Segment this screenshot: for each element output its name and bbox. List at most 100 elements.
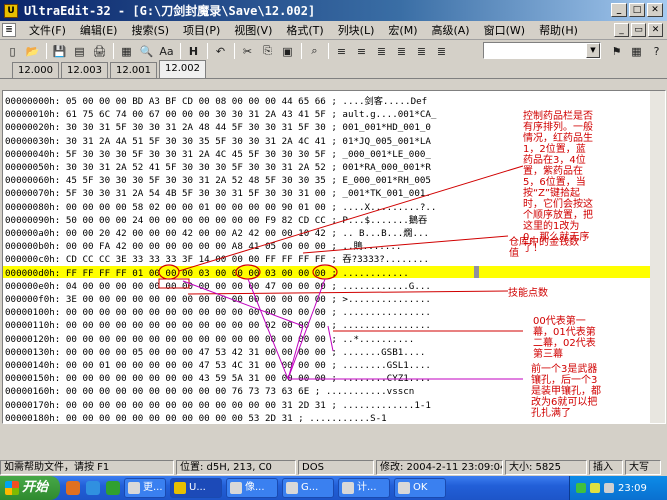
document-icon[interactable]: ≣ xyxy=(2,23,16,37)
menu-view[interactable]: 视图(V) xyxy=(227,22,279,38)
find-replace-icon[interactable]: ⌕ xyxy=(305,42,324,60)
hex-row[interactable]: 00000170h: 00 00 00 00 00 00 00 00 00 00… xyxy=(5,399,431,412)
outdent-icon[interactable]: ≡ xyxy=(352,42,371,60)
hex-row[interactable]: 00000100h: 00 00 00 00 00 00 00 00 00 00… xyxy=(5,306,431,319)
menu-column[interactable]: 列块(L) xyxy=(331,22,382,38)
hex-row[interactable]: 000000b0h: 00 00 FA 42 00 00 00 00 00 00… xyxy=(5,240,401,253)
task-1[interactable]: 更... xyxy=(124,478,166,498)
bookmark-icon[interactable]: ⚑ xyxy=(607,42,626,60)
firefox-icon[interactable] xyxy=(66,481,80,495)
task-3[interactable]: 像... xyxy=(226,478,278,498)
hex-row[interactable]: 00000160h: 00 00 00 00 00 00 00 00 00 00… xyxy=(5,385,414,398)
hex-row[interactable]: 00000150h: 00 00 00 00 00 00 00 00 43 59… xyxy=(5,372,431,385)
hex-row[interactable]: 00000050h: 30 30 31 2A 52 41 5F 30 30 30… xyxy=(5,161,431,174)
hex-row[interactable]: 00000140h: 00 00 01 00 00 00 00 00 47 53… xyxy=(5,359,431,372)
copy-icon[interactable]: ⎘ xyxy=(258,42,277,60)
hex-row[interactable]: 000000c0h: CD CC CC 3E 33 33 33 3F 14 00… xyxy=(5,253,429,266)
align-left-icon[interactable]: ≣ xyxy=(372,42,391,60)
help-icon[interactable]: ? xyxy=(647,42,666,60)
align-right-icon[interactable]: ≣ xyxy=(412,42,431,60)
task-6[interactable]: OK xyxy=(394,478,446,498)
status-position: 位置: d5H, 213, C0 xyxy=(176,460,296,475)
paste-icon[interactable]: ▣ xyxy=(278,42,297,60)
hex-row[interactable]: 00000070h: 5F 30 30 31 2A 54 4B 5F 30 30… xyxy=(5,187,431,200)
tray-icon-3[interactable] xyxy=(604,483,614,493)
menu-format[interactable]: 格式(T) xyxy=(279,22,330,38)
hex-row[interactable]: 00000110h: 00 00 00 00 00 00 00 00 00 00… xyxy=(5,319,431,332)
hex-editor[interactable]: 00000000h: 05 00 00 00 BD A3 BF CD 00 08… xyxy=(2,90,666,424)
maximize-button[interactable]: □ xyxy=(629,3,645,17)
ultraedit-logo-icon: U xyxy=(4,3,18,18)
find-icon[interactable]: 🔍 xyxy=(137,42,156,60)
new-file-icon[interactable]: ▯ xyxy=(3,42,22,60)
hex-row[interactable]: 00000000h: 05 00 00 00 BD A3 BF CD 00 08… xyxy=(5,95,427,108)
toolbar-combo[interactable]: ▼ xyxy=(483,42,601,59)
tab-12-002[interactable]: 12.002 xyxy=(159,60,206,78)
desktop-icon[interactable] xyxy=(106,481,120,495)
hex-row[interactable]: 00000040h: 5F 30 30 30 5F 30 30 31 2A 4C… xyxy=(5,148,431,161)
menu-search[interactable]: 搜索(S) xyxy=(124,22,176,38)
menu-file[interactable]: 文件(F) xyxy=(22,22,73,38)
justify-icon[interactable]: ≣ xyxy=(432,42,451,60)
hex-row[interactable]: 00000130h: 00 00 00 00 05 00 00 00 47 53… xyxy=(5,346,425,359)
font-icon[interactable]: Aa xyxy=(157,42,176,60)
hex-row[interactable]: 000000e0h: 04 00 00 00 00 00 00 00 00 00… xyxy=(5,280,431,293)
tab-12-000[interactable]: 12.000 xyxy=(12,62,59,78)
menu-advanced[interactable]: 高级(A) xyxy=(424,22,476,38)
menu-project[interactable]: 项目(P) xyxy=(176,22,227,38)
hex-row[interactable]: 00000120h: 00 00 00 00 00 00 00 00 00 00… xyxy=(5,333,414,346)
hex-row[interactable]: 00000180h: 00 00 00 00 00 00 00 00 00 00… xyxy=(5,412,387,423)
align-center-icon[interactable]: ≣ xyxy=(392,42,411,60)
task-ultraedit[interactable]: U... xyxy=(170,478,222,498)
annotation-sort: 控制药品栏是否有序排列。一般情况，红药品生1，2位置，蓝药品在3，4位置，紫药品… xyxy=(523,111,593,254)
hex-row[interactable]: 000000a0h: 00 00 20 42 00 00 00 42 00 00… xyxy=(5,227,429,240)
tab-12-001[interactable]: 12.001 xyxy=(110,62,157,78)
status-insert: 插入 xyxy=(589,460,623,475)
settings-icon[interactable]: ▦ xyxy=(627,42,646,60)
hex-row[interactable]: 00000020h: 30 30 31 5F 30 30 31 2A 48 44… xyxy=(5,121,431,134)
hex-row[interactable]: 000000f0h: 3E 00 00 00 00 00 00 00 00 00… xyxy=(5,293,431,306)
hex-row[interactable]: 00000080h: 00 00 00 00 58 02 00 00 01 00… xyxy=(5,201,436,214)
chevron-down-icon[interactable]: ▼ xyxy=(586,43,600,58)
cut-icon[interactable]: ✂ xyxy=(238,42,257,60)
minimize-button[interactable]: _ xyxy=(611,3,627,17)
tab-12-003[interactable]: 12.003 xyxy=(61,62,108,78)
print-icon[interactable]: 🖨 xyxy=(90,42,109,60)
open-file-icon[interactable]: 📂 xyxy=(23,42,42,60)
hex-row[interactable]: 00000030h: 30 31 2A 4A 51 5F 30 30 35 5F… xyxy=(5,135,431,148)
ie-icon[interactable] xyxy=(86,481,100,495)
menu-edit[interactable]: 编辑(E) xyxy=(73,22,125,38)
toolbar-separator xyxy=(328,43,329,59)
taskbar: 开始 更... U... 像... G... 计... OK 23:09 xyxy=(0,476,667,500)
status-modified: 修改: 2004-2-11 23:09:04 xyxy=(376,460,503,475)
indent-icon[interactable]: ≡ xyxy=(332,42,351,60)
hex-row[interactable]: 00000060h: 45 5F 30 30 30 5F 30 30 31 2A… xyxy=(5,174,431,187)
toolbar-separator xyxy=(46,43,47,59)
doc-close-button[interactable]: ✕ xyxy=(648,23,663,37)
toolbar-separator xyxy=(113,43,114,59)
hex-row[interactable]: 00000090h: 50 00 00 00 24 00 00 00 00 00… xyxy=(5,214,427,227)
menu-help[interactable]: 帮助(H) xyxy=(532,22,585,38)
annotation-weapon: 前一个3是武器镶孔，后一个3是装甲镶孔，都改为6就可以把孔扎满了 xyxy=(531,364,601,419)
close-button[interactable]: ✕ xyxy=(647,3,663,17)
doc-restore-button[interactable]: ▭ xyxy=(631,23,646,37)
save-all-icon[interactable]: ▤ xyxy=(70,42,89,60)
menu-macro[interactable]: 宏(M) xyxy=(381,22,424,38)
print-preview-icon[interactable]: ▦ xyxy=(117,42,136,60)
toolbar-separator xyxy=(207,43,208,59)
task-5[interactable]: 计... xyxy=(338,478,390,498)
vertical-scrollbar[interactable] xyxy=(650,91,665,423)
task-4[interactable]: G... xyxy=(282,478,334,498)
tray-icon-1[interactable] xyxy=(576,483,586,493)
hex-row[interactable]: 00000010h: 61 75 6C 74 00 67 00 00 00 30… xyxy=(5,108,436,121)
menu-window[interactable]: 窗口(W) xyxy=(477,22,532,38)
hex-mode-icon[interactable]: H xyxy=(184,42,203,60)
doc-minimize-button[interactable]: _ xyxy=(614,23,629,37)
title-bar: U UltraEdit-32 - [G:\刀剑封魔录\Save\12.002] … xyxy=(0,0,667,21)
start-button[interactable]: 开始 xyxy=(0,476,60,500)
tray-icon-2[interactable] xyxy=(590,483,600,493)
hex-row[interactable]: 000000d0h: FF FF FF FF 01 00 00 00 03 00… xyxy=(5,267,409,280)
toolbar-separator xyxy=(234,43,235,59)
save-icon[interactable]: 💾 xyxy=(50,42,69,60)
undo-icon[interactable]: ↶ xyxy=(211,42,230,60)
